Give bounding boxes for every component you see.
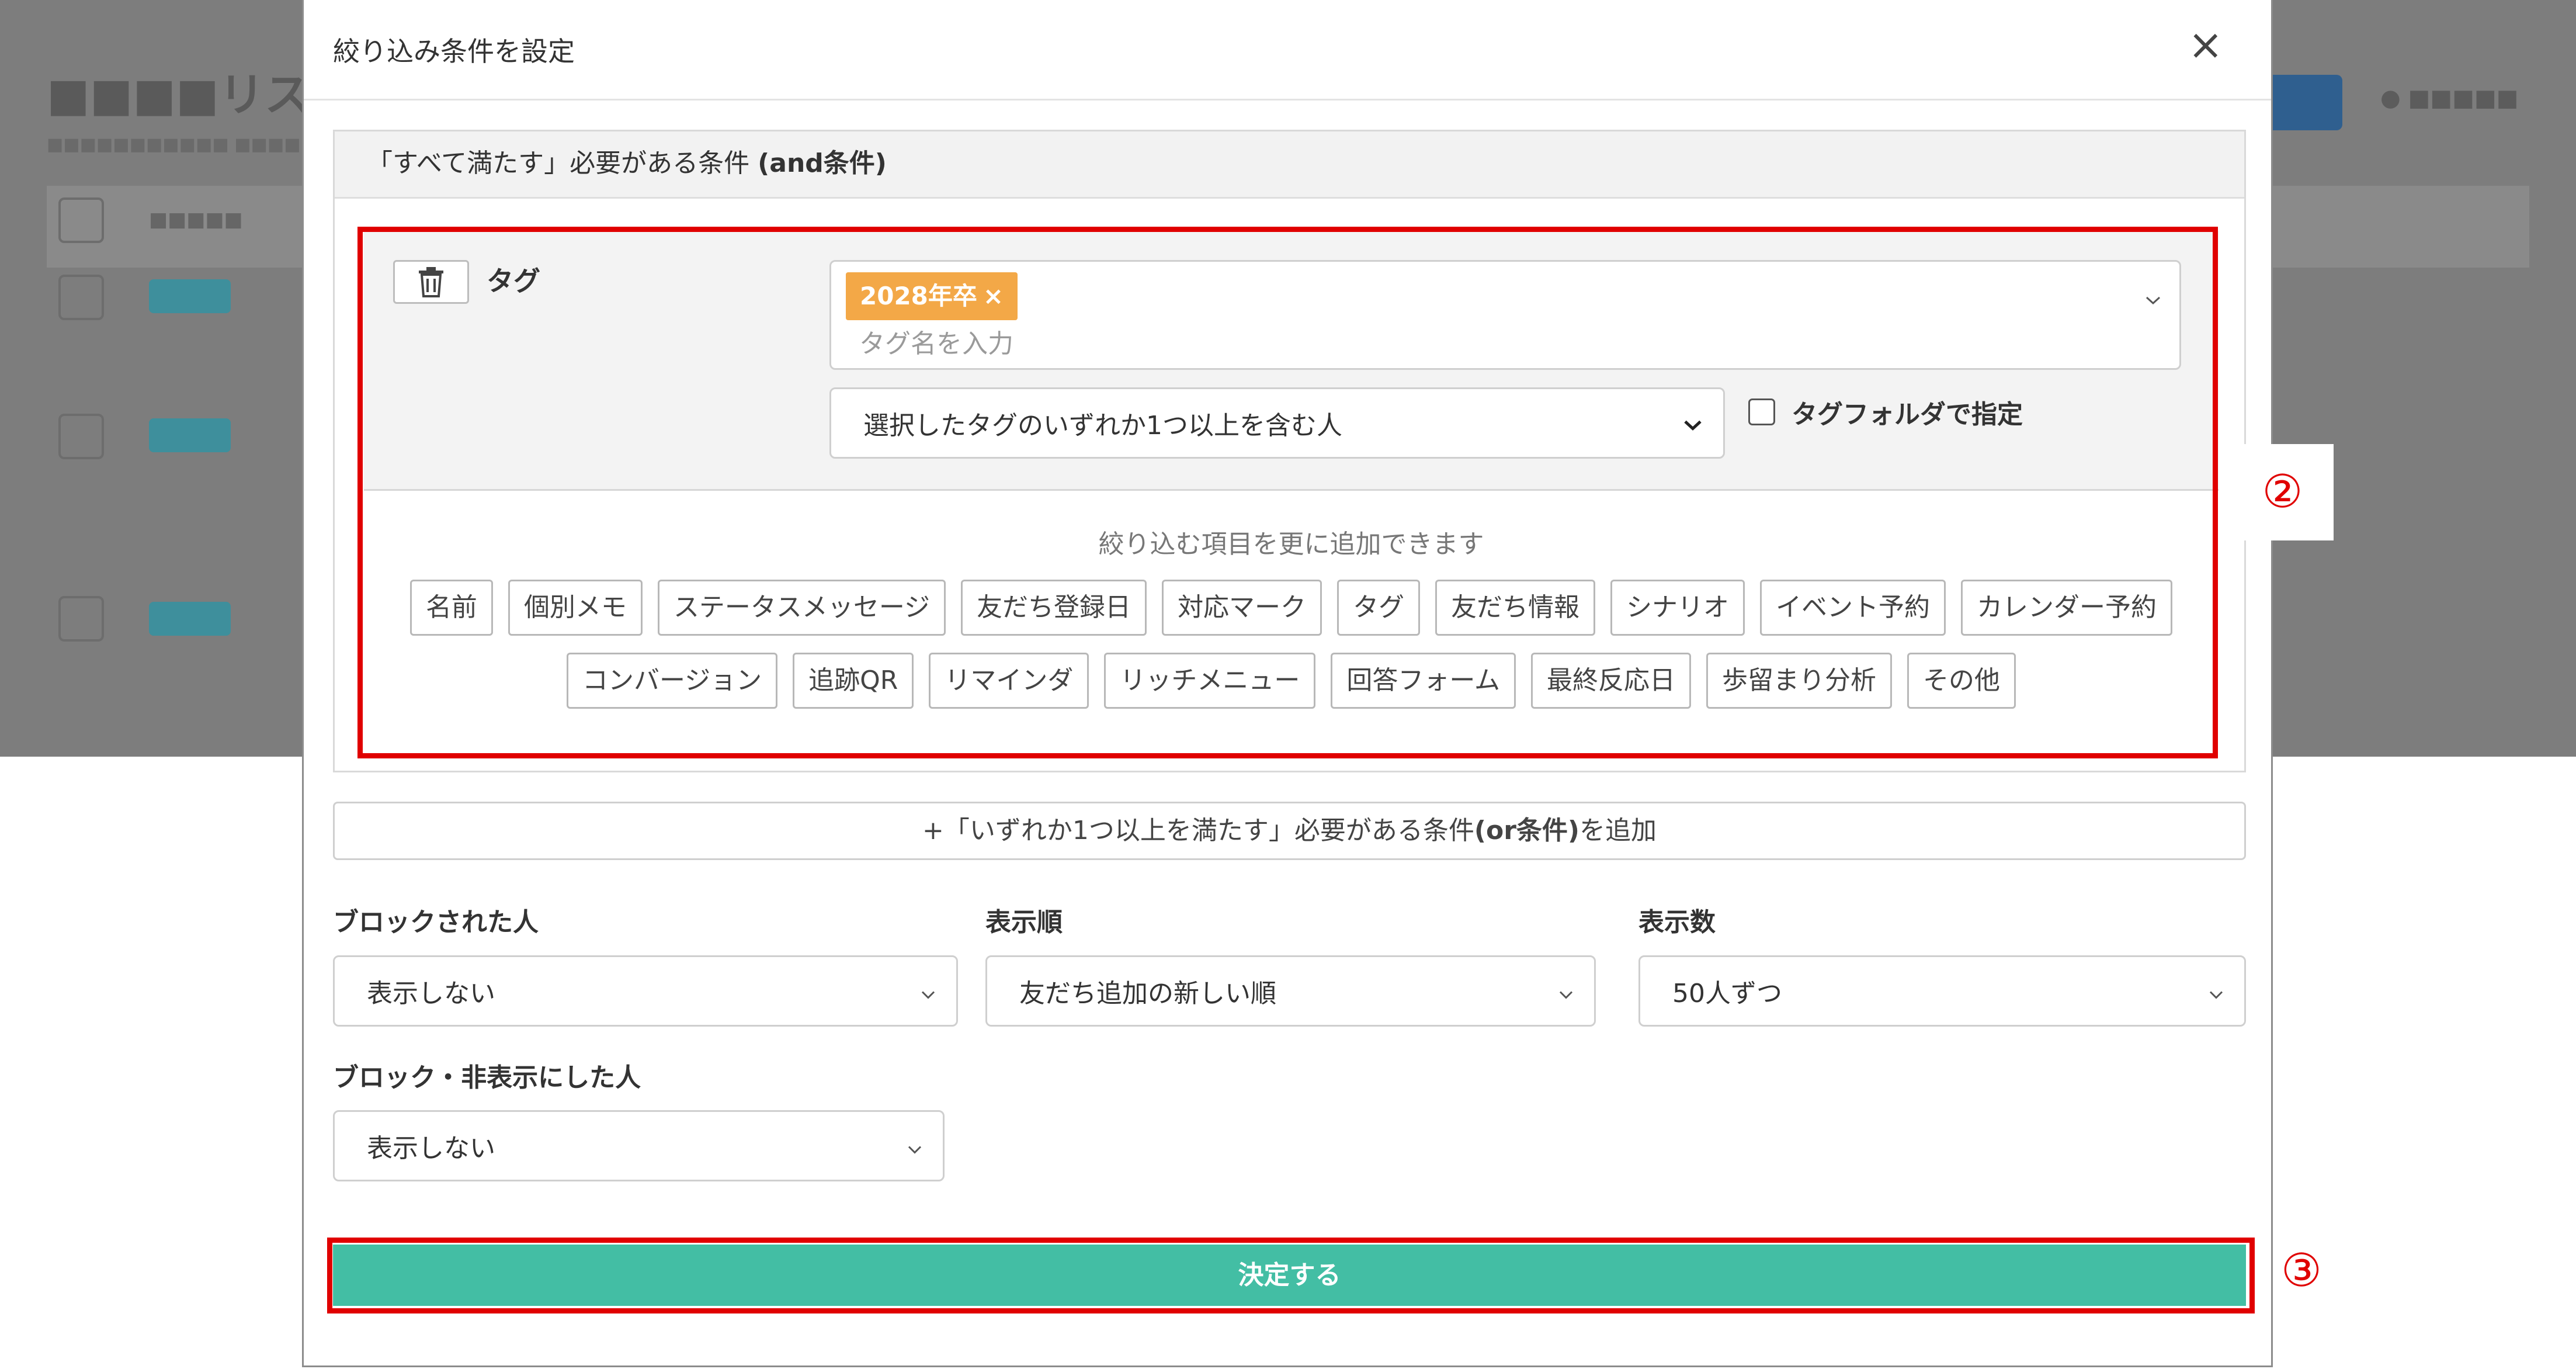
match-mode-value: 選択したタグのいずれか1つ以上を含む人 [863, 411, 1342, 441]
selected-tag-label: 2028年卒 [860, 282, 977, 310]
and-header-bold: (and条件) [758, 148, 887, 178]
add-item-scenario[interactable]: シナリオ [1610, 580, 1745, 636]
add-item-conversion[interactable]: コンバージョン [566, 653, 778, 709]
add-item-friend-date[interactable]: 友だち登録日 [961, 580, 1147, 636]
or-button-suffix: を追加 [1579, 816, 1657, 845]
hidden-users-label: ブロック・非表示にした人 [333, 1063, 641, 1093]
add-item-memo[interactable]: 個別メモ [508, 580, 643, 636]
checkbox-box[interactable] [1748, 398, 1775, 425]
filter-modal: 絞り込み条件を設定 × 「すべて満たす」必要がある条件 (and条件) タグ 2… [302, 0, 2273, 1367]
condition-area: タグ 2028年卒× 選択したタグのいずれか1つ以上を含む人 [364, 231, 2219, 750]
chevron-down-icon [907, 1131, 922, 1161]
chevron-down-icon [1558, 976, 1574, 1006]
add-item-status-message[interactable]: ステータスメッセージ [657, 580, 946, 636]
blocked-users-value: 表示しない [367, 979, 495, 1008]
add-item-answer-form[interactable]: 回答フォーム [1331, 653, 1516, 709]
display-order-value: 友だち追加の新しい順 [1019, 979, 1276, 1008]
blocked-users-label: ブロックされた人 [333, 907, 539, 937]
add-item-row-1: 名前 個別メモ ステータスメッセージ 友だち登録日 対応マーク タグ 友だち情報… [364, 580, 2219, 636]
chevron-down-icon [1683, 408, 1703, 438]
tag-folder-checkbox-label: タグフォルダで指定 [1792, 400, 2023, 429]
trash-icon [419, 266, 443, 297]
display-order-select[interactable]: 友だち追加の新しい順 [985, 955, 1596, 1027]
tag-select-input[interactable]: 2028年卒 × [829, 260, 2181, 370]
modal-title: 絞り込み条件を設定 [333, 36, 575, 67]
delete-condition-button[interactable] [393, 260, 469, 304]
add-item-tag[interactable]: タグ [1337, 580, 1421, 636]
background-checkbox [58, 197, 104, 243]
submit-button[interactable]: 決定する [333, 1245, 2246, 1306]
add-item-reminder[interactable]: リマインダ [929, 653, 1089, 709]
add-item-event-booking[interactable]: イベント予約 [1760, 580, 1946, 636]
background-badge [149, 602, 231, 636]
background-column-label: ■■■■■ [149, 208, 243, 231]
condition-label: タグ [487, 265, 540, 297]
add-item-calendar-booking[interactable]: カレンダー予約 [1961, 580, 2173, 636]
and-condition-section: 「すべて満たす」必要がある条件 (and条件) タグ 2028年卒 × タグ名を… [333, 130, 2246, 772]
tag-condition-row: タグ 2028年卒× 選択したタグのいずれか1つ以上を含む人 [364, 231, 2219, 491]
tag-folder-checkbox[interactable]: タグフォルダで指定 [1748, 393, 2023, 431]
chevron-down-icon [921, 976, 936, 1006]
add-or-condition-button[interactable]: +「いずれか1つ以上を満たす」必要がある条件(or条件)を追加 [333, 802, 2246, 860]
display-count-value: 50人ずつ [1672, 979, 1782, 1008]
background-badge [149, 279, 231, 313]
selected-tag-chip[interactable]: 2028年卒 × [846, 272, 1018, 320]
and-condition-header: 「すべて満たす」必要がある条件 (and条件) [335, 131, 2244, 199]
callout-number-2: ② [2231, 444, 2334, 540]
close-icon[interactable]: × [2188, 23, 2223, 65]
and-header-text: 「すべて満たす」必要がある条件 [367, 148, 758, 178]
display-count-label: 表示数 [1638, 907, 1716, 937]
or-button-prefix: +「いずれか1つ以上を満たす」必要がある条件 [922, 816, 1474, 845]
hidden-users-select[interactable]: 表示しない [333, 1110, 945, 1181]
background-checkbox [58, 275, 104, 320]
chevron-down-icon [2144, 285, 2162, 312]
callout-number-3: ③ [2281, 1245, 2322, 1297]
add-item-last-response[interactable]: 最終反応日 [1531, 653, 1692, 709]
add-item-friend-info[interactable]: 友だち情報 [1435, 580, 1596, 636]
background-checkbox [58, 414, 104, 459]
modal-header: 絞り込み条件を設定 × [304, 0, 2271, 100]
add-item-other[interactable]: その他 [1907, 653, 2016, 709]
display-order-label: 表示順 [985, 907, 1063, 937]
or-button-bold: (or条件) [1474, 816, 1580, 845]
add-item-row-2: コンバージョン 追跡QR リマインダ リッチメニュー 回答フォーム 最終反応日 … [364, 653, 2219, 709]
add-items-hint: 絞り込む項目を更に追加できます [1098, 529, 1484, 559]
tag-name-input[interactable] [859, 326, 1911, 361]
background-button [2266, 75, 2342, 130]
add-item-response-mark[interactable]: 対応マーク [1162, 580, 1322, 636]
remove-tag-icon[interactable]: × [983, 282, 1004, 310]
background-page-subtitle: ■■■■■■■■■■■ ■■■■ [47, 134, 301, 155]
match-mode-select[interactable]: 選択したタグのいずれか1つ以上を含む人 [829, 387, 1725, 459]
hidden-users-value: 表示しない [367, 1134, 495, 1163]
add-item-name[interactable]: 名前 [409, 580, 493, 636]
add-item-yield-analysis[interactable]: 歩留まり分析 [1706, 653, 1893, 709]
add-item-rich-menu[interactable]: リッチメニュー [1104, 653, 1316, 709]
blocked-users-select[interactable]: 表示しない [333, 955, 958, 1027]
add-item-tracking-qr[interactable]: 追跡QR [793, 653, 914, 709]
chevron-down-icon [2209, 976, 2224, 1006]
background-badge [149, 418, 231, 452]
display-count-select[interactable]: 50人ずつ [1638, 955, 2246, 1027]
background-manual-link: ● ■■■■■ [2380, 85, 2519, 112]
background-checkbox [58, 596, 104, 642]
